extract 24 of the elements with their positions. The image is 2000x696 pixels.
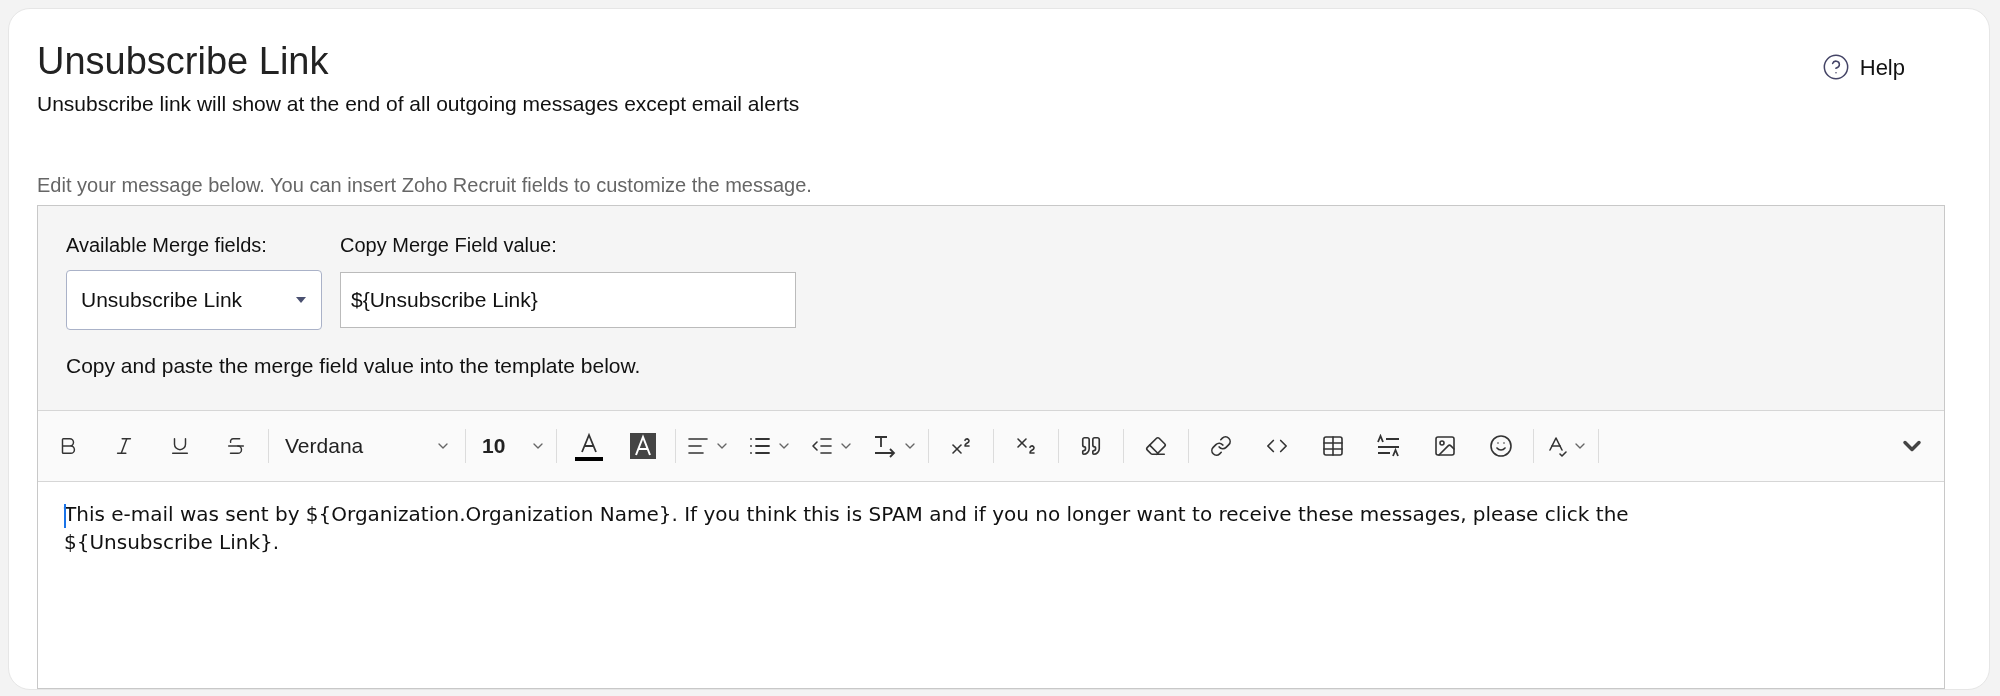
help-link[interactable]: Help xyxy=(1821,49,1905,85)
help-icon xyxy=(1821,53,1850,81)
message-text-line: This e-mail was sent by ${Organization.Organization Name}. If you think this is SPAM and if you no longer want to receive these messages, please click the xyxy=(64,500,1630,528)
table-icon xyxy=(1321,433,1345,458)
text-arrow-icon xyxy=(872,433,898,458)
letter-a-highlight-icon xyxy=(630,432,656,459)
emoji-icon xyxy=(1489,433,1513,458)
image-icon xyxy=(1433,433,1457,458)
link-icon xyxy=(1210,434,1232,457)
merge-value-field[interactable]: ${Unsubscribe Link} xyxy=(340,272,796,328)
field-label: Available Merge fields: xyxy=(66,233,268,258)
page-subtitle: Unsubscribe link will show at the end of all outgoing messages except email alerts xyxy=(37,91,800,117)
page-title: Unsubscribe Link xyxy=(37,39,330,83)
lines-icon xyxy=(1376,433,1402,458)
caret-icon xyxy=(295,296,307,304)
quote-icon xyxy=(1080,434,1102,457)
message-text-line: ${Unsubscribe Link}. xyxy=(64,528,281,556)
eraser-icon xyxy=(1145,434,1167,457)
field-label: Copy Merge Field value: xyxy=(340,233,558,258)
font-size-dropdown[interactable]: 10 xyxy=(476,423,546,468)
font-family-dropdown[interactable]: Verdana xyxy=(279,423,455,468)
edit-hint: Edit your message below. You can insert Zoho Recruit fields to customize the message. xyxy=(37,173,813,198)
merge-field-dropdown[interactable]: Unsubscribe Link xyxy=(66,270,322,330)
merge-field-note: Copy and paste the merge field value into the template below. xyxy=(66,353,642,379)
